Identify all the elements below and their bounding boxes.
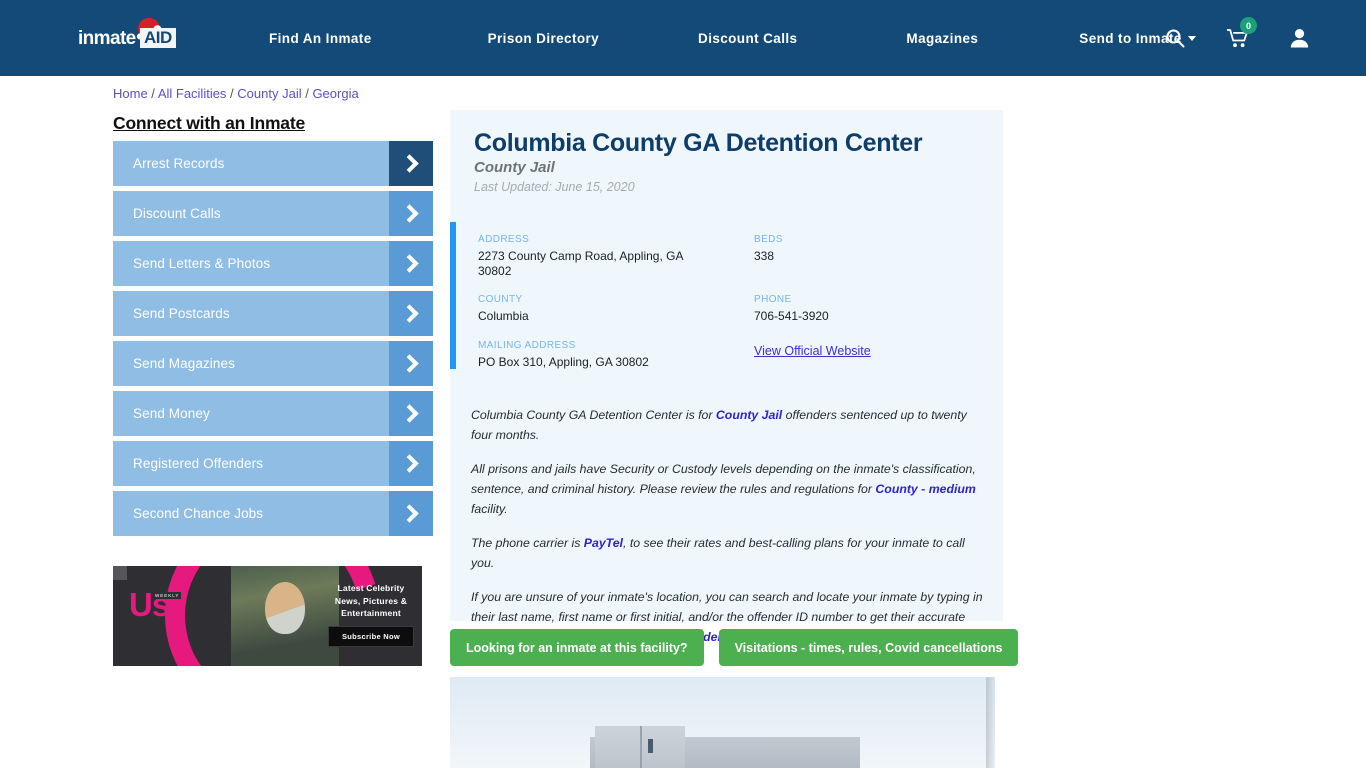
chevron-right-icon [389,241,433,286]
sidebar-item-send-magazines[interactable]: Send Magazines [113,341,433,386]
field-address: ADDRESS 2273 County Camp Road, Appling, … [478,234,754,278]
chevron-right-icon [389,191,433,236]
field-mailing-address: MAILING ADDRESS PO Box 310, Appling, GA … [478,340,754,370]
paytel-link[interactable]: PayTel [584,536,623,550]
field-label: ADDRESS [478,234,530,245]
sidebar-item-label: Send Postcards [133,306,230,321]
breadcrumb: Home / All Facilities / County Jail / Ge… [113,86,359,101]
last-updated-text: Last Updated: June 15, 2020 [474,180,635,194]
page-title: Columbia County GA Detention Center [474,129,923,157]
breadcrumb-item-georgia[interactable]: Georgia [312,86,358,101]
breadcrumb-separator: / [301,86,313,101]
field-value: PO Box 310, Appling, GA 30802 [478,354,649,369]
top-navigation-bar: inmate AID Find An Inmate Prison Directo… [0,0,1366,76]
ad-corner-marker [113,566,127,580]
ad-brand-sublabel: WEEKLY [153,592,182,599]
ad-copy: Latest Celebrity News, Pictures & Entert… [328,582,414,647]
sidebar-item-label: Send Money [133,406,210,421]
sidebar-item-registered-offenders[interactable]: Registered Offenders [113,441,433,486]
sidebar-item-second-chance-jobs[interactable]: Second Chance Jobs [113,491,433,536]
sidebar-item-label: Send Magazines [133,356,235,371]
county-medium-link[interactable]: County - medium [875,482,975,496]
cart-count-badge: 0 [1240,17,1257,34]
ad-copy-line-2: News, Pictures & [334,595,408,606]
nav-item-find-an-inmate[interactable]: Find An Inmate [269,25,372,52]
cart-icon[interactable]: 0 [1226,17,1257,49]
paragraph-1-text-a: Columbia County GA Detention Center is f… [471,408,716,422]
view-official-website-link[interactable]: View Official Website [754,344,871,358]
info-accent-bar [450,222,456,369]
logo-text: inmate [78,28,136,49]
breadcrumb-item-county-jail[interactable]: County Jail [237,86,301,101]
nav-icon-group: 0 [1164,0,1310,76]
sidebar-item-send-postcards[interactable]: Send Postcards [113,291,433,336]
ad-copy-line-3: Entertainment [341,608,401,618]
photo-edge-shadow [986,677,995,768]
sidebar-menu: Arrest Records Discount Calls Send Lette… [113,141,433,541]
sidebar-item-send-letters-photos[interactable]: Send Letters & Photos [113,241,433,286]
sidebar-item-label: Arrest Records [133,156,225,171]
paragraph-2-text-b: facility. [471,502,508,516]
chevron-right-icon [389,441,433,486]
field-beds: BEDS 338 [754,234,983,278]
field-value: 706-541-3920 [754,309,829,323]
field-label: MAILING ADDRESS [478,339,576,351]
county-jail-link[interactable]: County Jail [716,408,782,422]
description-paragraph-2: All prisons and jails have Security or C… [471,459,983,519]
facility-type-label: County Jail [474,159,555,176]
breadcrumb-item-home[interactable]: Home [113,86,148,101]
field-phone: PHONE 706-541-3920 [754,294,983,324]
action-button-group: Looking for an inmate at this facility? … [450,629,1019,666]
nav-item-magazines[interactable]: Magazines [906,25,978,52]
sidebar-item-arrest-records[interactable]: Arrest Records [113,141,433,186]
ad-subscribe-button[interactable]: Subscribe Now [328,625,414,647]
field-official-website: View Official Website [754,340,983,370]
visitations-button[interactable]: Visitations - times, rules, Covid cancel… [718,629,1019,666]
breadcrumb-item-all-facilities[interactable]: All Facilities [158,86,227,101]
sidebar-item-send-money[interactable]: Send Money [113,391,433,436]
field-value: 2273 County Camp Road, Appling, GA 30802 [478,249,683,278]
facility-description: Columbia County GA Detention Center is f… [471,405,983,661]
facility-info-card: Columbia County GA Detention Center Coun… [450,110,1003,644]
field-label: PHONE [754,294,792,305]
inmate-search-button[interactable]: Looking for an inmate at this facility? [450,629,704,666]
sidebar-heading: Connect with an Inmate [113,113,306,133]
breadcrumb-separator: / [226,86,238,101]
chevron-right-icon [389,141,433,186]
field-label: BEDS [754,234,783,245]
logo-badge: AID [140,28,176,48]
description-paragraph-1: Columbia County GA Detention Center is f… [471,405,983,445]
primary-nav: Find An Inmate Prison Directory Discount… [255,0,1196,76]
breadcrumb-separator: / [147,86,158,101]
chevron-right-icon [389,291,433,336]
advertisement-banner[interactable]: Us WEEKLY Latest Celebrity News, Picture… [113,566,422,666]
field-value: Columbia [478,309,529,323]
sidebar-item-label: Send Letters & Photos [133,256,271,271]
field-value: 338 [754,249,775,263]
sidebar-item-label: Discount Calls [133,206,221,221]
sidebar-item-discount-calls[interactable]: Discount Calls [113,191,433,236]
ad-photo [231,566,339,666]
chevron-right-icon [389,391,433,436]
paragraph-3-text-a: The phone carrier is [471,536,584,550]
description-paragraph-3: The phone carrier is PayTel, to see thei… [471,533,983,573]
sidebar-item-label: Second Chance Jobs [133,506,264,521]
chevron-right-icon [389,341,433,386]
user-icon[interactable] [1288,27,1310,49]
field-county: COUNTY Columbia [478,294,754,324]
search-icon[interactable] [1164,27,1186,49]
site-logo[interactable]: inmate AID [78,14,186,56]
facility-building-photo [450,677,995,768]
sidebar-item-label: Registered Offenders [133,456,264,471]
building-window [648,739,653,753]
nav-item-prison-directory[interactable]: Prison Directory [488,25,599,52]
chevron-right-icon [389,491,433,536]
nav-item-discount-calls[interactable]: Discount Calls [698,25,797,52]
building-edge-line [640,726,642,768]
field-label: COUNTY [478,294,523,305]
ad-copy-line-1: Latest Celebrity [337,583,405,593]
facility-details-grid: ADDRESS 2273 County Camp Road, Appling, … [478,234,983,385]
